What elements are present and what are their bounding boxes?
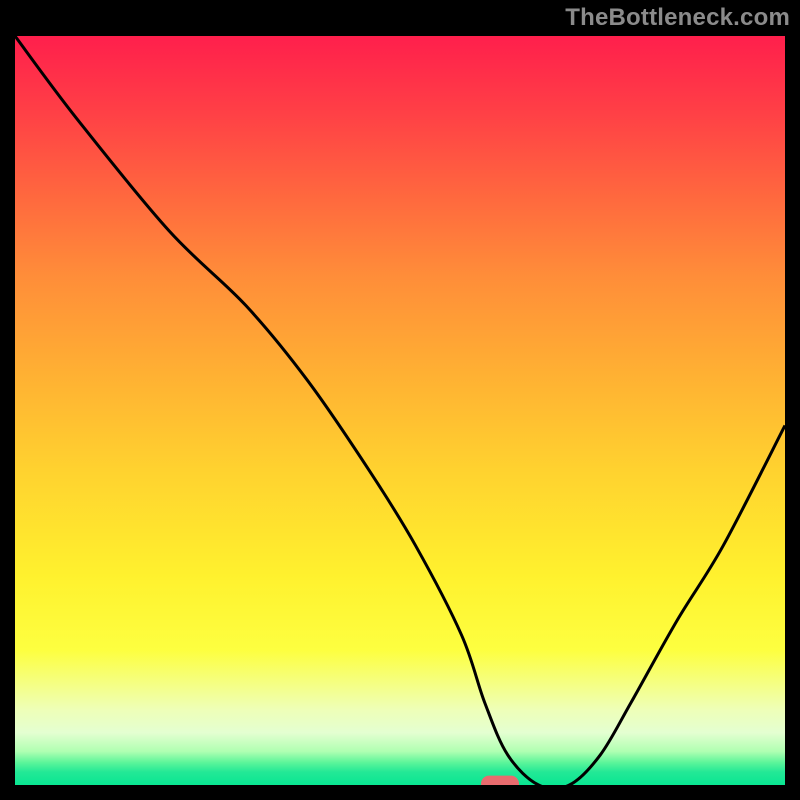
chart-frame: TheBottleneck.com <box>0 0 800 800</box>
optimal-point-marker <box>481 776 519 785</box>
curve-layer <box>15 36 785 785</box>
bottleneck-curve <box>15 36 785 785</box>
plot-area <box>15 36 785 785</box>
watermark-text: TheBottleneck.com <box>565 4 790 32</box>
